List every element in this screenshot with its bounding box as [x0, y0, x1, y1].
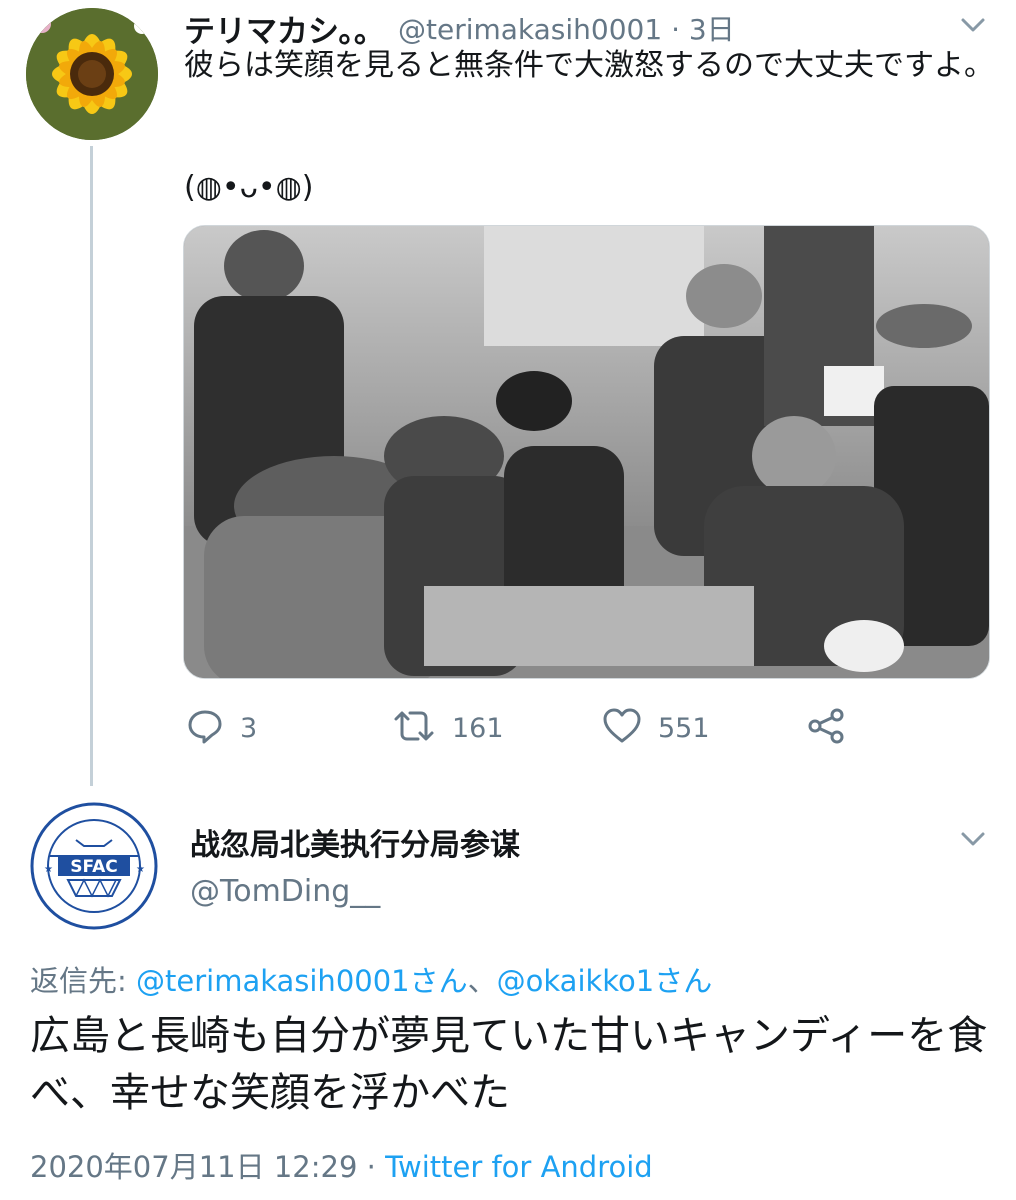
- timestamp: 2020年07月11日 12:29: [30, 1150, 358, 1184]
- thread-line: [90, 146, 93, 786]
- handle[interactable]: @TomDing__: [190, 874, 380, 909]
- sunflower-image: [26, 8, 158, 140]
- retweet-action[interactable]: 161: [392, 706, 504, 750]
- svg-text:★: ★: [136, 864, 145, 875]
- chevron-down-icon[interactable]: [956, 822, 990, 856]
- like-action[interactable]: 551: [602, 706, 710, 750]
- reply-icon: [186, 707, 224, 749]
- mention-link[interactable]: @terimakasih0001さん: [136, 964, 468, 998]
- emoticon: (◍•ᴗ•◍): [184, 170, 314, 205]
- avatar[interactable]: SFAC ★ ★: [28, 800, 160, 932]
- sfac-logo: SFAC ★ ★: [30, 802, 158, 930]
- handle[interactable]: @terimakasih0001: [398, 13, 662, 46]
- timestamp[interactable]: 3日: [689, 13, 735, 46]
- like-count: 551: [658, 712, 710, 744]
- svg-text:★: ★: [44, 864, 53, 875]
- share-icon: [806, 706, 846, 750]
- reply-prefix: 返信先:: [30, 964, 127, 998]
- avatar[interactable]: [26, 8, 158, 140]
- tweet-footer: 2020年07月11日 12:29 · Twitter for Android: [30, 1144, 653, 1186]
- display-name[interactable]: 战忽局北美执行分局参谋: [190, 820, 520, 864]
- logo-text: SFAC: [70, 857, 118, 877]
- client-link[interactable]: Twitter for Android: [385, 1150, 653, 1184]
- tweet-text: 広島と長崎も自分が夢見ていた甘いキャンディーを食べ、幸せな笑顔を浮かべた: [30, 1013, 988, 1116]
- reply-action[interactable]: 3: [186, 706, 257, 750]
- tweet-text: 彼らは笑顔を見ると無条件で大激怒するので大丈夫ですよ。: [184, 48, 994, 83]
- retweet-count: 161: [452, 712, 504, 744]
- reply-count: 3: [240, 712, 258, 744]
- reply-context: 返信先: @terimakasih0001さん、@okaikko1さん: [30, 958, 712, 1000]
- share-action[interactable]: [806, 706, 846, 750]
- footer-separator: ·: [366, 1150, 376, 1184]
- mention-separator: 、: [467, 964, 497, 998]
- historical-photo: [184, 226, 989, 678]
- mention-link[interactable]: @okaikko1さん: [497, 964, 713, 998]
- chevron-down-icon[interactable]: [956, 8, 990, 42]
- retweet-icon: [392, 707, 436, 749]
- meta-separator: ·: [671, 13, 680, 46]
- tweet-meta: @terimakasih0001 · 3日: [398, 8, 735, 48]
- tweet-photo[interactable]: [183, 225, 990, 679]
- like-icon: [602, 707, 642, 749]
